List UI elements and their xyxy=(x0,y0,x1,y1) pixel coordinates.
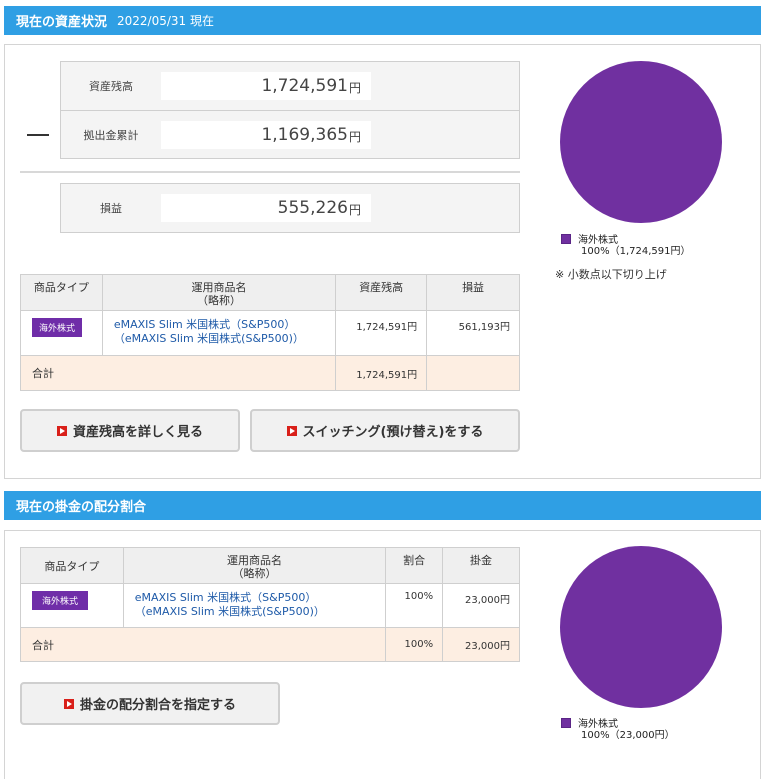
product-name-cell: eMAXIS Slim 米国株式（S&P500） （eMAXIS Slim 米国株… xyxy=(101,310,337,356)
total-label-cell: 合計 xyxy=(19,355,337,391)
table-row: 海外株式 eMAXIS Slim 米国株式（S&P500） （eMAXIS Sli… xyxy=(20,310,520,356)
profit-summary-box: 損益 555,226 円 xyxy=(60,183,520,233)
column-header: 運用商品名 （略称） xyxy=(122,547,387,584)
legend-swatch xyxy=(561,718,571,728)
table-row: 海外株式 eMAXIS Slim 米国株式（S&P500） （eMAXIS Sli… xyxy=(20,583,520,628)
column-header: 運用商品名 （略称） xyxy=(101,274,337,311)
column-header: 割合 xyxy=(385,547,444,584)
column-header: 商品タイプ xyxy=(20,547,124,584)
allocation-pie-slice-foreign-stock xyxy=(560,546,722,708)
profit-cell: 561,193円 xyxy=(426,310,520,356)
summary-row-profit: 損益 555,226 円 xyxy=(61,184,519,232)
summary-label: 拠出金累計 xyxy=(83,128,139,142)
column-header: 損益 xyxy=(426,274,520,311)
legend-swatch xyxy=(561,234,571,244)
switching-button[interactable]: スイッチング(預け替え)をする xyxy=(250,409,520,452)
allocation-section-title: 現在の掛金の配分割合 xyxy=(16,500,147,515)
specify-allocation-button[interactable]: 掛金の配分割合を指定する xyxy=(20,682,280,725)
arrow-right-icon xyxy=(56,425,67,436)
rounding-note: ※ 小数点以下切り上げ xyxy=(555,268,667,281)
arrow-right-icon xyxy=(63,698,74,709)
assets-pie-legend: 海外株式 100%（1,724,591円） xyxy=(561,234,690,257)
column-header: 掛金 xyxy=(442,547,520,584)
assets-section-title: 現在の資産状況 xyxy=(16,15,108,30)
ratio-cell: 100% xyxy=(385,583,444,628)
total-label-cell: 合計 xyxy=(19,627,387,662)
table-total-row: 合計 1,724,591円 xyxy=(19,355,520,391)
summary-label: 損益 xyxy=(100,202,122,215)
balance-summary-box: 資産残高 1,724,591 円 拠出金累計 1,169,365 円 xyxy=(60,61,520,159)
minus-sign xyxy=(27,134,49,136)
column-header: 資産残高 xyxy=(335,274,428,311)
summary-divider xyxy=(20,171,520,173)
allocation-section-header: 現在の掛金の配分割合 xyxy=(4,491,761,520)
table-header-row: 商品タイプ 運用商品名 （略称） 資産残高 損益 xyxy=(20,274,520,311)
amount-cell: 23,000円 xyxy=(442,583,520,628)
product-name-link[interactable]: eMAXIS Slim 米国株式（S&P500） （eMAXIS Slim 米国株… xyxy=(103,318,335,346)
summary-label: 資産残高 xyxy=(89,80,133,93)
view-balance-detail-button[interactable]: 資産残高を詳しく見る xyxy=(20,409,240,452)
table-total-row: 合計 100% 23,000円 xyxy=(19,627,520,662)
assets-section-header: 現在の資産状況 2022/05/31 現在 xyxy=(4,6,761,35)
summary-row-balance: 資産残高 1,724,591 円 xyxy=(61,62,519,110)
total-balance-cell: 1,724,591円 xyxy=(335,355,428,391)
legend-name: 海外株式 xyxy=(578,719,618,730)
product-type-cell: 海外株式 xyxy=(20,583,124,628)
assets-table: 商品タイプ 運用商品名 （略称） 資産残高 損益 海外株式 eMAXIS Sli… xyxy=(19,274,520,391)
product-name-cell: eMAXIS Slim 米国株式（S&P500） （eMAXIS Slim 米国株… xyxy=(122,583,387,628)
legend-value: 100%（23,000円） xyxy=(581,730,675,741)
assets-as-of-date: 2022/05/31 現在 xyxy=(117,14,214,28)
summary-row-contribution: 拠出金累計 1,169,365 円 xyxy=(61,110,519,158)
legend-value: 100%（1,724,591円） xyxy=(581,246,691,257)
summary-value-profit: 555,226 円 xyxy=(161,194,371,222)
summary-value-contribution: 1,169,365 円 xyxy=(161,120,371,149)
allocation-table: 商品タイプ 運用商品名 （略称） 割合 掛金 海外株式 eMAXIS Slim … xyxy=(19,547,520,662)
arrow-right-icon xyxy=(286,425,297,436)
legend-name: 海外株式 xyxy=(578,235,618,246)
allocation-pie-legend: 海外株式 100%（23,000円） xyxy=(561,718,675,741)
summary-value-balance: 1,724,591 円 xyxy=(161,72,371,100)
product-type-cell: 海外株式 xyxy=(20,310,103,356)
product-type-badge: 海外株式 xyxy=(32,591,89,610)
product-name-link[interactable]: eMAXIS Slim 米国株式（S&P500） （eMAXIS Slim 米国株… xyxy=(124,591,385,619)
total-profit-cell xyxy=(426,355,520,391)
product-type-badge: 海外株式 xyxy=(32,318,83,337)
table-header-row: 商品タイプ 運用商品名 （略称） 割合 掛金 xyxy=(20,547,520,584)
column-header: 商品タイプ xyxy=(20,274,103,311)
assets-pie-slice-foreign-stock xyxy=(560,61,722,223)
balance-cell: 1,724,591円 xyxy=(335,310,428,356)
total-ratio-cell: 100% xyxy=(385,627,444,662)
total-amount-cell: 23,000円 xyxy=(442,627,520,662)
